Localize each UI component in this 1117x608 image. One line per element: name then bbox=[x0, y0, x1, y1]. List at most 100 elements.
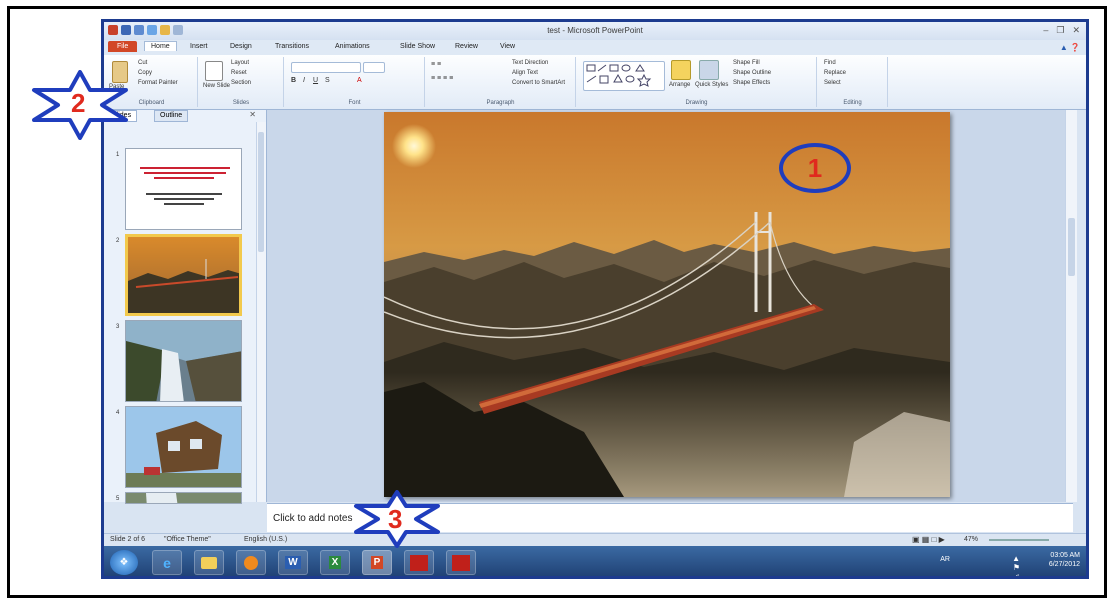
underline-icon[interactable]: U bbox=[313, 77, 318, 84]
close-icon[interactable]: ✕ bbox=[1072, 25, 1080, 36]
editing-label: Editing bbox=[843, 100, 862, 106]
slide-scroll-thumb[interactable] bbox=[1068, 218, 1075, 276]
slide-editing-area bbox=[267, 110, 1077, 502]
slide-thumbnail-2[interactable] bbox=[125, 234, 242, 316]
font-size-select[interactable] bbox=[363, 62, 385, 73]
start-button[interactable]: ❖ bbox=[110, 550, 138, 575]
help-icon[interactable]: ▲ ❓ bbox=[1060, 43, 1080, 52]
reset-button[interactable]: Reset bbox=[231, 70, 247, 76]
tab-review[interactable]: Review bbox=[449, 42, 484, 51]
bridge-slide-preview bbox=[128, 237, 239, 313]
slide-thumbnail-4[interactable] bbox=[125, 406, 242, 488]
smartart-button[interactable]: Convert to SmartArt bbox=[512, 80, 565, 86]
align-text-button[interactable]: Align Text bbox=[512, 70, 538, 76]
copy-button[interactable]: Copy bbox=[138, 70, 152, 76]
select-button[interactable]: Select bbox=[824, 80, 841, 86]
layout-button[interactable]: Layout bbox=[231, 60, 249, 66]
pane-scroll-thumb[interactable] bbox=[258, 132, 264, 252]
slide-scrollbar[interactable] bbox=[1065, 110, 1077, 502]
powerpoint-window: test - Microsoft PowerPoint – ❐ ✕ File H… bbox=[101, 19, 1089, 579]
format-painter-button[interactable]: Format Painter bbox=[138, 80, 178, 86]
taskbar-word[interactable]: W bbox=[278, 550, 308, 575]
new-slide-icon[interactable] bbox=[205, 61, 223, 81]
language-indicator[interactable]: English (U.S.) bbox=[244, 536, 287, 543]
taskbar-powerpoint[interactable]: P bbox=[362, 550, 392, 575]
tab-outline[interactable]: Outline bbox=[154, 110, 189, 122]
tab-animations[interactable]: Animations bbox=[329, 42, 376, 51]
taskbar-reader[interactable] bbox=[446, 550, 476, 575]
tab-design[interactable]: Design bbox=[224, 42, 258, 51]
text-direction-button[interactable]: Text Direction bbox=[512, 60, 548, 66]
clock-date: 6/27/2012 bbox=[1048, 561, 1080, 568]
tab-home[interactable]: Home bbox=[144, 41, 177, 51]
window-title: test - Microsoft PowerPoint bbox=[547, 26, 643, 35]
font-label: Font bbox=[348, 100, 361, 106]
arrange-button[interactable]: Arrange bbox=[669, 82, 690, 88]
zoom-slider[interactable] bbox=[989, 539, 1049, 541]
italic-icon[interactable]: I bbox=[303, 77, 305, 84]
tab-transitions[interactable]: Transitions bbox=[269, 42, 315, 51]
shadow-icon[interactable]: S bbox=[325, 77, 330, 84]
taskbar-media-player[interactable] bbox=[236, 550, 266, 575]
slide-thumbnail-3[interactable] bbox=[125, 320, 242, 402]
section-button[interactable]: Section bbox=[231, 80, 251, 86]
close-pane-icon[interactable]: ✕ bbox=[249, 110, 256, 119]
replace-button[interactable]: Replace bbox=[824, 70, 846, 76]
slide-thumbnail-5[interactable] bbox=[125, 492, 242, 504]
waterfall-slide-preview bbox=[126, 321, 241, 401]
zoom-level[interactable]: 47% bbox=[964, 536, 978, 543]
tab-file[interactable]: File bbox=[108, 41, 138, 52]
clock-time: 03:05 AM bbox=[1050, 552, 1080, 559]
quick-styles-button[interactable]: Quick Styles bbox=[695, 82, 728, 88]
paragraph-label: Paragraph bbox=[486, 100, 515, 106]
restore-icon[interactable]: ❐ bbox=[1056, 25, 1064, 36]
reader-icon bbox=[452, 554, 470, 571]
annotation-number-3: 3 bbox=[388, 504, 403, 534]
slide-number: 5 bbox=[116, 496, 120, 502]
arrange-icon[interactable] bbox=[671, 60, 691, 80]
text-slide-preview bbox=[126, 149, 241, 229]
new-slide-button[interactable]: New Slide bbox=[203, 83, 230, 89]
bold-icon[interactable]: B bbox=[291, 77, 296, 84]
annotation-number-1: 1 bbox=[807, 153, 823, 183]
waterfall2-slide-preview bbox=[126, 493, 241, 503]
taskbar-excel[interactable]: X bbox=[320, 550, 350, 575]
cut-button[interactable]: Cut bbox=[138, 60, 147, 66]
align-icons[interactable]: ≡ ≡ ≡ ≡ bbox=[431, 75, 453, 82]
drawing-group: Arrange Quick Styles Shape Fill Shape Ou… bbox=[577, 57, 817, 107]
ribbon-tabs: File Home Insert Design Transitions Anim… bbox=[104, 40, 1086, 55]
quick-styles-icon[interactable] bbox=[699, 60, 719, 80]
find-button[interactable]: Find bbox=[824, 60, 836, 66]
bullets-icon[interactable]: ≡ ≡ bbox=[431, 61, 441, 68]
shape-effects-button[interactable]: Shape Effects bbox=[733, 80, 770, 86]
minimize-icon[interactable]: – bbox=[1043, 25, 1048, 36]
current-slide[interactable] bbox=[384, 112, 950, 497]
font-color-icon[interactable]: A bbox=[357, 77, 362, 84]
shape-fill-button[interactable]: Shape Fill bbox=[733, 60, 760, 66]
internet-explorer-icon: e bbox=[163, 554, 171, 571]
slides-group: New Slide Layout Reset Section Slides bbox=[199, 57, 284, 107]
shapes-gallery[interactable] bbox=[583, 61, 665, 91]
notes-placeholder[interactable]: Click to add notes bbox=[273, 513, 353, 524]
shape-outline-button[interactable]: Shape Outline bbox=[733, 70, 771, 76]
taskbar-internet-explorer[interactable]: e bbox=[152, 550, 182, 575]
status-bar: Slide 2 of 6 "Office Theme" English (U.S… bbox=[104, 533, 1086, 547]
font-name-select[interactable] bbox=[291, 62, 361, 73]
slide-number: 1 bbox=[116, 152, 120, 158]
taskbar-explorer[interactable] bbox=[194, 550, 224, 575]
clock[interactable]: 03:05 AM 6/27/2012 bbox=[1030, 551, 1080, 569]
annotation-number-2: 2 bbox=[71, 88, 86, 118]
slide-thumbnail-1[interactable] bbox=[125, 148, 242, 230]
acrobat-icon bbox=[410, 554, 428, 571]
tab-slide-show[interactable]: Slide Show bbox=[394, 42, 441, 51]
tray-icons[interactable]: ▲ ⚑ ♫ bbox=[1012, 554, 1020, 576]
bridge-photo bbox=[384, 112, 950, 497]
tab-insert[interactable]: Insert bbox=[184, 42, 214, 51]
shapes-icon bbox=[586, 64, 652, 87]
language-bar[interactable]: AR bbox=[940, 555, 950, 564]
taskbar-acrobat[interactable] bbox=[404, 550, 434, 575]
font-group: B I U S A Font bbox=[285, 57, 425, 107]
tab-view[interactable]: View bbox=[494, 42, 521, 51]
pane-scrollbar[interactable] bbox=[256, 122, 266, 502]
view-buttons[interactable]: ▣ ▦ □ ▶ bbox=[912, 535, 945, 544]
